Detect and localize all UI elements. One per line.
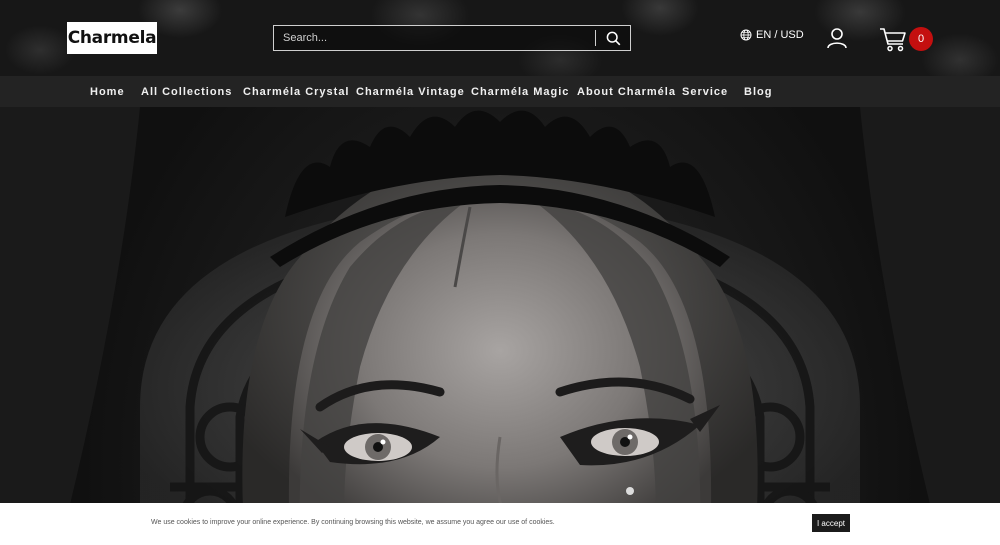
nav-item-home[interactable]: Home	[90, 76, 125, 107]
hero-image	[0, 107, 1000, 545]
nav-item-about-charmela[interactable]: About Charméla	[577, 76, 676, 107]
cart-button[interactable]	[879, 26, 907, 52]
cart-count-badge: 0	[909, 27, 933, 51]
logo-text: Charmela	[67, 28, 157, 48]
cookie-message: We use cookies to improve your online ex…	[151, 519, 555, 526]
accept-cookies-button[interactable]: I accept	[812, 514, 850, 532]
user-icon	[827, 28, 847, 49]
globe-icon	[740, 29, 752, 41]
language-currency-label: EN / USD	[756, 29, 804, 41]
nav-item-service[interactable]: Service	[682, 76, 728, 107]
site-header: Charmela EN / USD	[0, 0, 1000, 76]
search-button[interactable]	[596, 26, 630, 50]
search-input[interactable]	[274, 26, 595, 50]
cookie-consent-bar: We use cookies to improve your online ex…	[0, 503, 1000, 545]
hero-banner[interactable]	[0, 107, 1000, 545]
search-bar	[273, 25, 631, 51]
language-currency-selector[interactable]: EN / USD	[740, 29, 804, 41]
cart-icon	[880, 28, 906, 52]
search-icon	[606, 31, 620, 45]
nav-item-charmela-vintage[interactable]: Charméla Vintage	[356, 76, 465, 107]
nav-item-blog[interactable]: Blog	[744, 76, 772, 107]
account-button[interactable]	[826, 27, 848, 49]
main-navigation: Home All Collections Charméla Crystal Ch…	[0, 76, 1000, 107]
logo[interactable]: Charmela	[67, 22, 157, 54]
nav-item-charmela-magic[interactable]: Charméla Magic	[471, 76, 569, 107]
nav-item-all-collections[interactable]: All Collections	[141, 76, 232, 107]
nav-item-charmela-crystal[interactable]: Charméla Crystal	[243, 76, 350, 107]
